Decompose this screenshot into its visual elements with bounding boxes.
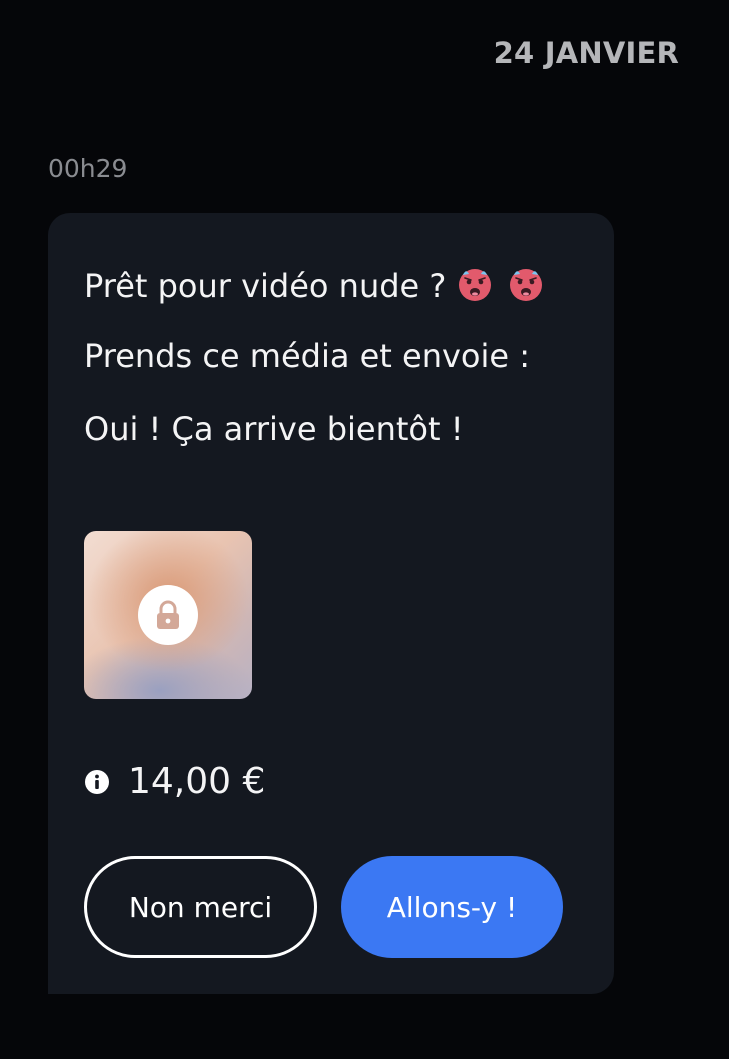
message-line-3: Oui ! Ça arrive bientôt ! <box>84 410 464 448</box>
emoji-group <box>456 265 546 311</box>
chat-screen: 24 JANVIER 00h29 Prêt pour vidéo nude ? <box>0 0 729 1059</box>
message-bubble: Prêt pour vidéo nude ? Prends ce média e… <box>48 213 614 994</box>
hot-face-emoji <box>509 269 542 301</box>
lock-badge <box>138 585 198 645</box>
decline-button[interactable]: Non merci <box>84 856 317 958</box>
locked-media-thumbnail[interactable] <box>84 531 252 699</box>
message-text-1: Prêt pour vidéo nude ? <box>84 267 447 305</box>
hot-face-emoji <box>459 269 492 301</box>
message-line-1: Prêt pour vidéo nude ? <box>84 265 547 311</box>
date-separator: 24 JANVIER <box>493 36 679 70</box>
accept-button[interactable]: Allons-y ! <box>341 856 563 958</box>
message-line-2: Prends ce média et envoie : <box>84 337 531 375</box>
lock-icon <box>157 600 179 629</box>
info-icon[interactable] <box>84 769 110 795</box>
media-price: 14,00 € <box>128 761 266 802</box>
message-timestamp: 00h29 <box>48 154 128 183</box>
price-row: 14,00 € <box>84 761 265 802</box>
